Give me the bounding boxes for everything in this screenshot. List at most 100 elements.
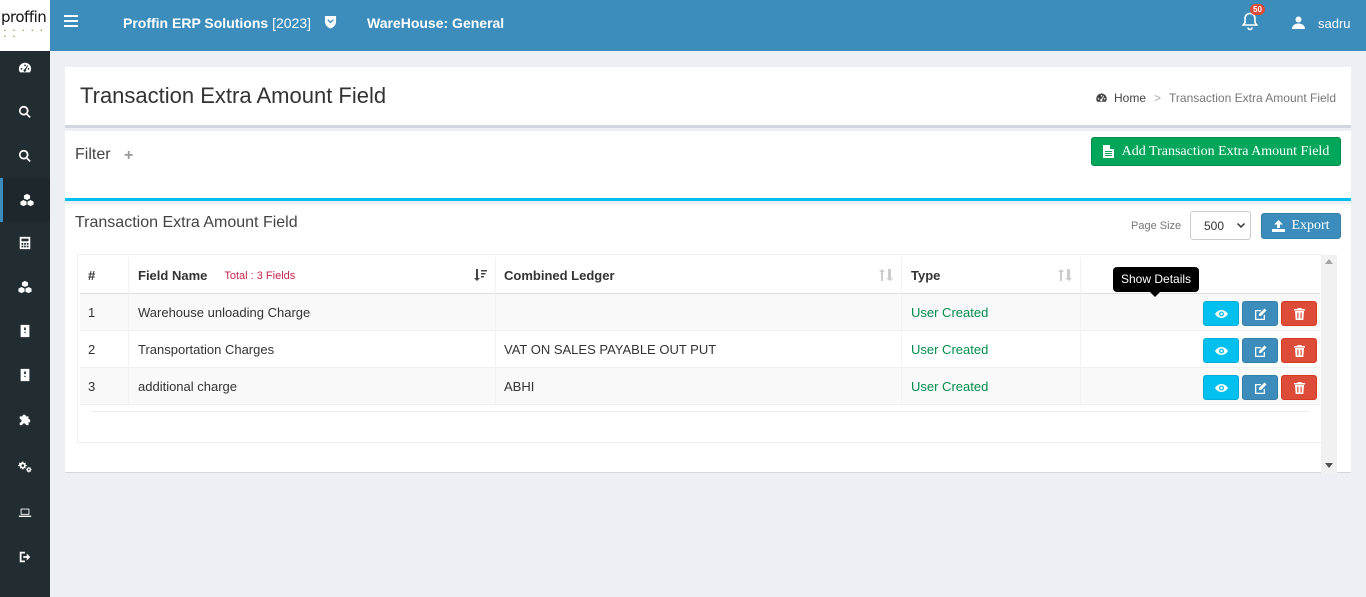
breadcrumb-current: Transaction Extra Amount Field	[1169, 91, 1336, 105]
column-header-combined-ledger[interactable]: Combined Ledger	[496, 257, 902, 294]
sidebar-item-search-2[interactable]	[0, 134, 50, 178]
export-label: Export	[1291, 218, 1330, 233]
logo[interactable]: proffin • • • • • • •	[0, 0, 50, 51]
scroll-down-arrow[interactable]	[1325, 463, 1333, 468]
sidebar-item-book-1[interactable]	[0, 309, 50, 353]
row-type: User Created	[902, 294, 1081, 331]
user-name[interactable]: sadru	[1318, 16, 1351, 31]
edit-button[interactable]	[1242, 375, 1278, 400]
sidebar-item-search-1[interactable]	[0, 90, 50, 134]
filter-expand-button[interactable]: +	[124, 147, 133, 165]
sort-icon[interactable]	[879, 268, 893, 282]
content-header: Transaction Extra Amount Field Home > Tr…	[65, 67, 1351, 128]
eye-icon	[1214, 346, 1228, 355]
cubes-icon	[19, 193, 34, 207]
puzzle-icon	[19, 414, 31, 426]
table-row: 2 Transportation Charges VAT ON SALES PA…	[80, 331, 1320, 368]
row-ledger	[496, 294, 902, 331]
view-details-button[interactable]	[1203, 338, 1239, 363]
cubes-icon	[18, 280, 32, 294]
logo-text: proffin	[1, 8, 47, 26]
add-transaction-extra-amount-field-button[interactable]: Add Transaction Extra Amount Field	[1091, 137, 1341, 166]
user-icon[interactable]	[1292, 16, 1305, 29]
row-field-name: Transportation Charges	[129, 331, 496, 368]
row-num: 3	[80, 368, 129, 405]
delete-button[interactable]	[1281, 375, 1317, 400]
delete-button[interactable]	[1281, 301, 1317, 326]
sort-icon[interactable]	[1058, 268, 1072, 282]
sidebar: proffin • • • • • • •	[0, 0, 50, 597]
sidebar-item-laptop[interactable]	[0, 491, 50, 535]
gears-icon	[18, 461, 32, 473]
row-actions	[1081, 331, 1320, 368]
sidebar-item-cubes-active[interactable]	[0, 178, 50, 222]
table-box: Transaction Extra Amount Field Page Size…	[65, 204, 1351, 473]
warehouse-label: WareHouse: General	[367, 15, 505, 31]
export-button[interactable]: Export	[1261, 213, 1341, 239]
breadcrumb: Home > Transaction Extra Amount Field	[1095, 91, 1336, 105]
total-fields-count: Total : 3 Fields	[224, 269, 296, 282]
page-size-label: Page Size	[1131, 220, 1182, 232]
search-icon	[19, 149, 31, 163]
table-footer-divider	[90, 411, 1310, 412]
sidebar-item-dashboard[interactable]	[0, 46, 50, 90]
sidebar-item-cubes[interactable]	[0, 265, 50, 309]
trash-icon	[1293, 344, 1305, 357]
delete-button[interactable]	[1281, 338, 1317, 363]
dashboard-icon	[18, 62, 32, 73]
table-row: 1 Warehouse unloading Charge User Create…	[80, 294, 1320, 331]
row-type: User Created	[902, 331, 1081, 368]
sidebar-item-book-2[interactable]	[0, 353, 50, 397]
laptop-icon	[18, 508, 32, 517]
edit-icon	[1254, 382, 1266, 394]
calculator-icon	[19, 236, 31, 250]
chevron-down-icon	[1236, 222, 1246, 229]
row-actions	[1081, 294, 1320, 331]
row-actions	[1081, 368, 1320, 405]
trash-icon	[1293, 307, 1305, 320]
shield-chevron-icon[interactable]	[324, 15, 337, 29]
eye-icon	[1214, 309, 1228, 318]
row-num: 2	[80, 331, 129, 368]
page-size-select[interactable]: 500	[1190, 211, 1251, 240]
trash-icon	[1293, 381, 1305, 394]
top-navbar: Proffin ERP Solutions [2023] WareHouse: …	[50, 0, 1366, 51]
view-details-button[interactable]	[1203, 301, 1239, 326]
edit-icon	[1254, 345, 1266, 357]
show-details-tooltip: Show Details	[1113, 267, 1200, 297]
menu-toggle-icon[interactable]	[64, 15, 78, 29]
edit-icon	[1254, 308, 1266, 320]
page-size-value: 500	[1204, 218, 1225, 233]
sidebar-item-gears[interactable]	[0, 444, 50, 488]
view-details-button[interactable]	[1203, 375, 1239, 400]
upload-icon	[1272, 220, 1286, 232]
scroll-up-arrow[interactable]	[1325, 259, 1333, 264]
column-header-field-name[interactable]: Field Name Total : 3 Fields	[129, 257, 496, 294]
edit-button[interactable]	[1242, 338, 1278, 363]
row-num: 1	[80, 294, 129, 331]
edit-button[interactable]	[1242, 301, 1278, 326]
dashboard-icon	[1096, 93, 1107, 102]
table-scrollbar[interactable]	[1321, 255, 1337, 473]
search-icon	[19, 105, 31, 119]
row-type: User Created	[902, 368, 1081, 405]
logo-dots: • • • • • • •	[4, 28, 46, 40]
book-icon	[20, 324, 30, 338]
filter-label: Filter	[75, 146, 111, 163]
notification-badge: 50	[1250, 4, 1265, 15]
table-row: 3 additional charge ABHI User Created	[80, 368, 1320, 405]
sidebar-item-puzzle[interactable]	[0, 397, 50, 441]
book-icon	[20, 368, 30, 382]
sort-desc-icon[interactable]	[473, 268, 487, 282]
column-header-num: #	[80, 257, 129, 294]
sign-out-icon	[19, 551, 31, 563]
breadcrumb-home[interactable]: Home	[1114, 91, 1146, 105]
sidebar-item-sign-out[interactable]	[0, 535, 50, 579]
column-header-type[interactable]: Type	[902, 257, 1081, 294]
eye-icon	[1214, 383, 1228, 392]
row-ledger: ABHI	[496, 368, 902, 405]
box-title: Transaction Extra Amount Field	[75, 214, 298, 231]
page-title: Transaction Extra Amount Field	[80, 83, 387, 108]
sidebar-item-calculator[interactable]	[0, 221, 50, 265]
app-title: Proffin ERP Solutions [2023]	[123, 15, 312, 31]
